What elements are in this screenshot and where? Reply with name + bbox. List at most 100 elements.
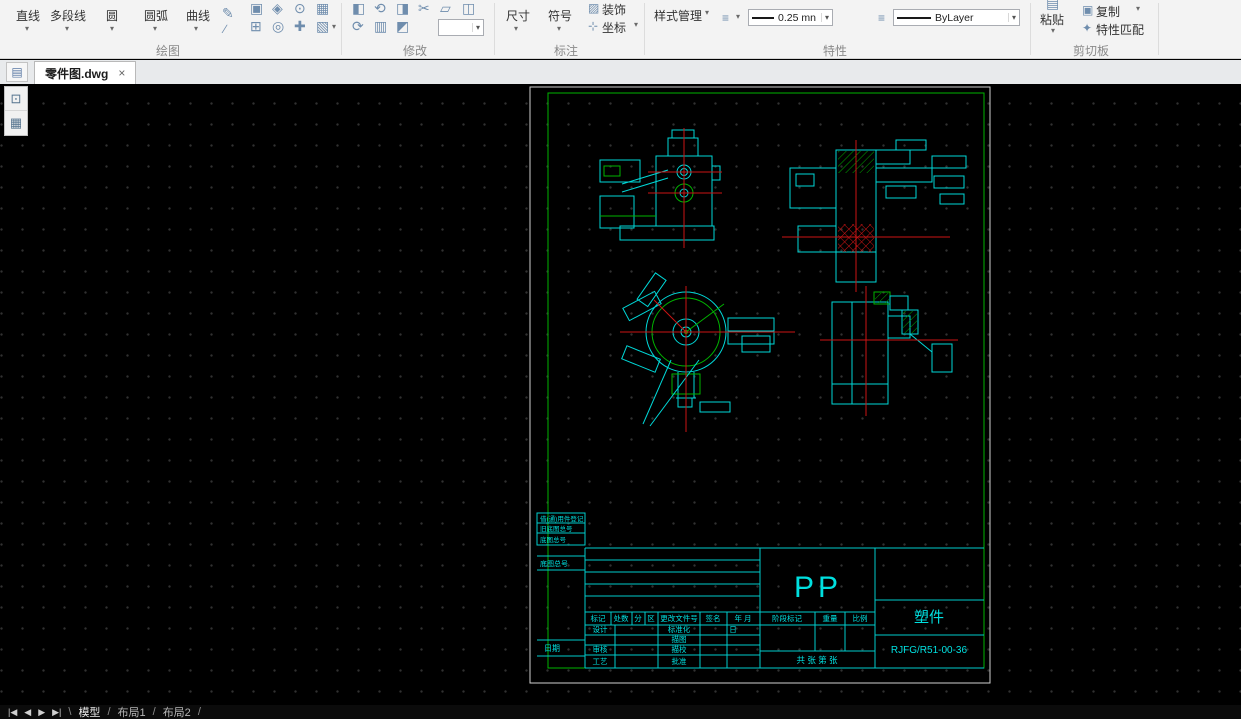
modify-icon-1[interactable]: ◧ xyxy=(352,1,365,15)
grid-icon[interactable]: ▦ xyxy=(5,111,27,135)
modify-icon-9[interactable]: ◩ xyxy=(396,19,409,33)
next-tab-button[interactable]: ▶ xyxy=(38,707,45,718)
arc-tool-button[interactable]: 圆弧 xyxy=(144,7,168,24)
annotate-group-label: 标注 xyxy=(536,42,596,59)
view-circular-centerlines xyxy=(620,286,795,432)
style-manager-caret-icon[interactable]: ▾ xyxy=(705,9,709,17)
modify-icon-2[interactable]: ⟲ xyxy=(374,1,386,15)
title-block-text: PP 塑件 RJFG/R51-00-36 标记 处数 分 区 更改文件号 签名 … xyxy=(540,514,968,666)
row-standardize: 标准化 xyxy=(668,624,691,634)
arc-caret-icon[interactable]: ▾ xyxy=(153,25,157,33)
symbol-button[interactable]: 符号 xyxy=(548,7,572,24)
color-caret-icon[interactable]: ▾ xyxy=(1008,13,1016,22)
weight-label: 重量 xyxy=(823,614,838,623)
match-properties-button[interactable]: 特性匹配 xyxy=(1096,21,1144,38)
linetype-icon[interactable]: ≡ xyxy=(878,11,885,25)
row-proofread: 描校 xyxy=(672,644,687,654)
lineweight-caret-icon[interactable]: ▾ xyxy=(821,13,829,22)
coordinate-icon[interactable]: ⊹ xyxy=(588,19,598,33)
tab-separator: / xyxy=(198,706,201,718)
sheet-icon[interactable]: ▤ xyxy=(6,62,28,82)
copy-icon: ▣ xyxy=(1082,3,1093,17)
view-middle-right-centerlines xyxy=(820,286,958,416)
paste-caret-icon[interactable]: ▾ xyxy=(1051,27,1055,35)
last-tab-button[interactable]: ▶| xyxy=(52,707,61,718)
stage-mark-label: 阶段标记 xyxy=(772,613,802,623)
dimension-button[interactable]: 尺寸 xyxy=(506,7,530,24)
row-tracing: 描图 xyxy=(672,634,687,644)
modify-icon-5[interactable]: ▱ xyxy=(440,1,451,15)
drawing-area[interactable]: ⊡ ▦ xyxy=(0,84,1241,705)
group-separator xyxy=(494,3,495,55)
modify-icon-8[interactable]: ▥ xyxy=(374,19,387,33)
material-text: PP xyxy=(794,571,842,604)
lineweight-value: 0.25 mn xyxy=(778,12,817,24)
match-properties-icon: ✦ xyxy=(1082,21,1092,35)
draw-icon-4[interactable]: ▦ xyxy=(316,1,329,15)
decorate-button[interactable]: 装饰 xyxy=(602,1,626,18)
dimension-caret-icon[interactable]: ▾ xyxy=(514,25,518,33)
symbol-caret-icon[interactable]: ▾ xyxy=(557,25,561,33)
segment-icon[interactable]: ∕ xyxy=(224,22,226,36)
row-design: 设计 xyxy=(593,624,608,634)
layer-list-icon[interactable]: ≡ xyxy=(722,11,729,25)
draw-icon-1[interactable]: ▣ xyxy=(250,1,263,15)
overlay-icon[interactable]: ⊡ xyxy=(5,87,27,111)
layout1-tab[interactable]: 布局1 xyxy=(118,704,146,719)
decorate-icon[interactable]: ▨ xyxy=(588,1,599,15)
close-tab-icon[interactable]: × xyxy=(118,66,125,80)
draw-icon-2[interactable]: ◈ xyxy=(272,1,283,15)
modify-icon-4[interactable]: ✂ xyxy=(418,1,430,15)
model-tab[interactable]: 模型 xyxy=(78,704,100,719)
polyline-tool-button[interactable]: 多段线 xyxy=(50,7,86,24)
pencil-icon[interactable]: ✎ xyxy=(222,6,234,20)
curve-caret-icon[interactable]: ▾ xyxy=(194,25,198,33)
color-combobox[interactable]: ByLayer ▾ xyxy=(893,9,1020,26)
polyline-caret-icon[interactable]: ▾ xyxy=(65,25,69,33)
hdr-sign: 签名 xyxy=(706,613,721,623)
draw-icon-6[interactable]: ◎ xyxy=(272,19,284,33)
circle-caret-icon[interactable]: ▾ xyxy=(110,25,114,33)
scale-label: 比例 xyxy=(853,613,868,623)
date-label: 日期 xyxy=(544,644,560,653)
row-process: 工艺 xyxy=(593,657,608,666)
line-caret-icon[interactable]: ▾ xyxy=(25,25,29,33)
hdr-date: 年 月 xyxy=(734,613,751,623)
draw-icon-3[interactable]: ⊙ xyxy=(294,1,306,15)
layout2-tab[interactable]: 布局2 xyxy=(163,704,191,719)
row-check: 审核 xyxy=(593,644,608,654)
modify-dropdown[interactable]: ▾ xyxy=(438,19,484,36)
coordinate-caret-icon[interactable]: ▾ xyxy=(634,21,638,29)
draw-icon-7[interactable]: ✚ xyxy=(294,19,306,33)
first-tab-button[interactable]: |◀ xyxy=(8,707,17,718)
draw-icon-8[interactable]: ▧ xyxy=(316,19,329,33)
view-top-left-centerlines xyxy=(648,128,722,248)
copy-caret-icon[interactable]: ▾ xyxy=(1136,5,1140,13)
modify-dropdown-caret-icon[interactable]: ▾ xyxy=(472,23,480,32)
style-manager-button[interactable]: 样式管理 xyxy=(654,7,702,24)
tab-separator: / xyxy=(107,706,110,718)
clipboard-icon: ▤ xyxy=(1046,0,1059,10)
coordinate-button[interactable]: 坐标 xyxy=(602,19,626,36)
draw-icon-5[interactable]: ⊞ xyxy=(250,19,262,33)
part-name-text: 塑件 xyxy=(914,609,944,626)
document-tab-title: 零件图.dwg xyxy=(45,65,108,82)
document-tab[interactable]: 零件图.dwg × xyxy=(34,61,136,84)
color-sample xyxy=(897,17,931,19)
circle-tool-button[interactable]: 圆 xyxy=(106,7,118,24)
modify-icon-7[interactable]: ⟳ xyxy=(352,19,364,33)
copy-button[interactable]: 复制 xyxy=(1096,3,1120,20)
modify-icon-3[interactable]: ◨ xyxy=(396,1,409,15)
line-tool-button[interactable]: 直线 xyxy=(16,7,40,24)
group-separator xyxy=(1158,3,1159,55)
document-tabbar: ▤ 零件图.dwg × xyxy=(0,60,1241,84)
curve-tool-button[interactable]: 曲线 xyxy=(186,7,210,24)
lineweight-combobox[interactable]: 0.25 mn ▾ xyxy=(748,9,833,26)
modify-icon-6[interactable]: ◫ xyxy=(462,1,475,15)
hdr-zone1: 分 xyxy=(634,614,642,623)
draw-more-caret-icon[interactable]: ▾ xyxy=(332,23,336,31)
prev-tab-button[interactable]: ◀ xyxy=(24,707,31,718)
hatch-small-1 xyxy=(875,293,889,303)
cad-drawing: PP 塑件 RJFG/R51-00-36 标记 处数 分 区 更改文件号 签名 … xyxy=(0,84,1241,705)
layer-list-caret-icon[interactable]: ▾ xyxy=(736,13,740,21)
